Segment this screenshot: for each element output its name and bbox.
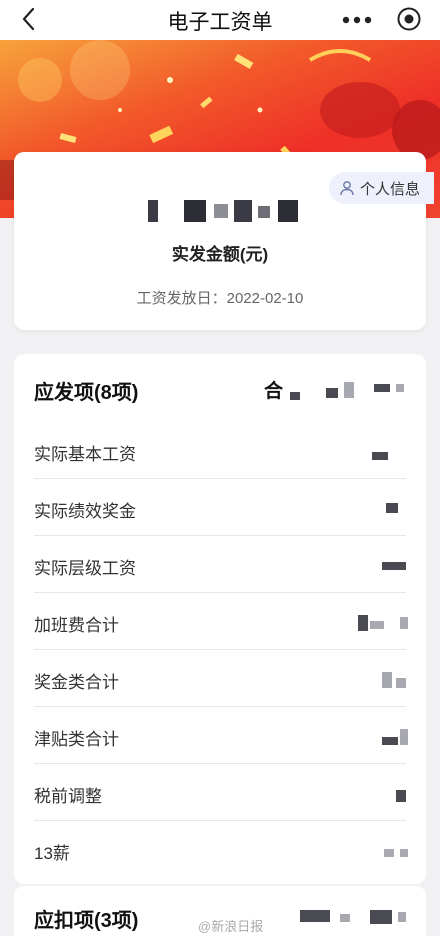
salary-summary-card: 个人信息 实发金额(元) 工资发放日：2022-02-10 xyxy=(14,152,434,330)
earning-label: 奖金类合计 xyxy=(34,673,119,692)
earnings-card: 应发项(8项) 合 实际基本工资 实际绩效奖金 实际层级工资 加班费合计 奖金类… xyxy=(14,354,426,884)
personal-info-button[interactable]: 个人信息 xyxy=(328,172,434,204)
pay-date: 工资发放日：2022-02-10 xyxy=(136,290,304,307)
value-redacted xyxy=(400,729,408,745)
watermark: @新浪日报 xyxy=(198,919,264,934)
value-redacted xyxy=(396,790,406,802)
value-redacted xyxy=(386,503,398,513)
deduction-total-redacted xyxy=(300,910,330,922)
value-redacted xyxy=(400,849,408,857)
value-redacted xyxy=(370,621,384,629)
person-icon xyxy=(340,181,354,196)
personal-info-label: 个人信息 xyxy=(359,180,420,198)
deduction-total-redacted xyxy=(398,912,406,922)
value-redacted xyxy=(400,617,408,629)
total-redacted xyxy=(374,384,390,392)
deductions-title: 应扣项(3项) xyxy=(34,910,139,932)
earning-label: 税前调整 xyxy=(34,787,102,806)
earning-row[interactable]: 13薪 xyxy=(34,821,408,878)
earning-row[interactable]: 津贴类合计 xyxy=(34,707,408,764)
earnings-title: 应发项(8项) xyxy=(34,382,139,404)
earning-row[interactable]: 奖金类合计 xyxy=(34,650,406,707)
earning-label: 13薪 xyxy=(34,844,70,863)
earning-label: 实际基本工资 xyxy=(34,445,136,464)
earning-label: 实际绩效奖金 xyxy=(34,502,136,521)
deduction-total-redacted xyxy=(370,910,392,924)
total-redacted xyxy=(344,382,354,398)
value-redacted xyxy=(382,562,406,570)
value-redacted xyxy=(372,452,388,460)
total-redacted xyxy=(326,388,338,398)
value-redacted xyxy=(396,678,406,688)
earning-row[interactable]: 税前调整 xyxy=(34,764,406,821)
earning-row[interactable]: 实际绩效奖金 xyxy=(34,479,406,536)
value-redacted xyxy=(382,737,398,745)
target-close-icon xyxy=(397,7,421,31)
value-redacted xyxy=(384,849,394,857)
earning-row[interactable]: 实际层级工资 xyxy=(34,536,406,593)
total-redacted xyxy=(396,384,404,392)
total-redacted xyxy=(290,392,300,400)
earning-row[interactable]: 加班费合计 xyxy=(34,593,408,650)
close-miniprogram-button[interactable] xyxy=(396,6,422,32)
more-button[interactable] xyxy=(340,12,374,28)
amount-redacted xyxy=(144,200,324,226)
value-redacted xyxy=(382,672,392,688)
net-amount-label: 实发金额(元) xyxy=(171,245,269,264)
earning-label: 津贴类合计 xyxy=(34,730,119,749)
earning-label: 加班费合计 xyxy=(34,616,119,635)
earning-label: 实际层级工资 xyxy=(34,559,136,578)
more-dots-icon xyxy=(342,16,372,24)
earnings-total-label: 合 xyxy=(264,381,284,402)
earning-row[interactable]: 实际基本工资 xyxy=(34,422,406,479)
deduction-total-redacted xyxy=(340,914,350,922)
page-title: 电子工资单 xyxy=(167,11,273,34)
navigation-bar: 电子工资单 xyxy=(0,0,440,40)
value-redacted xyxy=(358,615,368,631)
